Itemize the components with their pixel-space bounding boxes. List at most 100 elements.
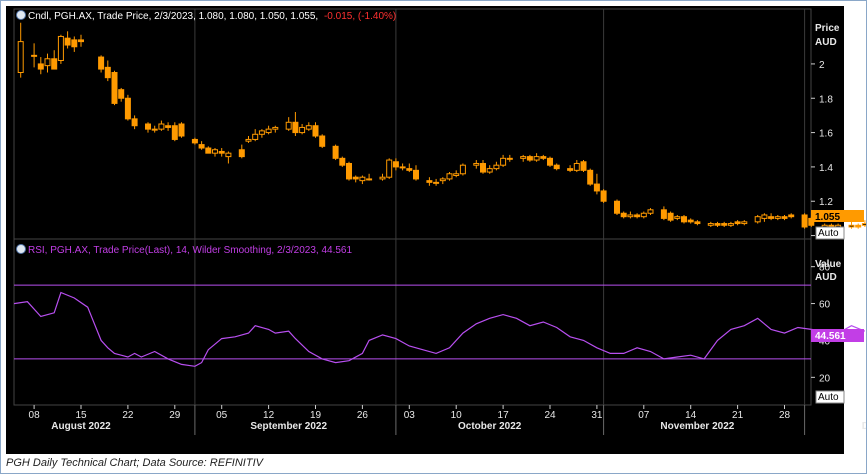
candle-body (165, 125, 172, 128)
candle-body (761, 214, 768, 219)
candle (332, 144, 339, 161)
candle-body (339, 157, 346, 166)
candle-body (359, 176, 366, 182)
month-label: September 2022 (250, 421, 327, 432)
x-tick-label: 17 (498, 410, 510, 421)
candle (386, 158, 393, 179)
candle-body (587, 169, 594, 185)
candle-body (573, 162, 580, 171)
candle-body (473, 162, 480, 166)
candle-body (627, 214, 634, 218)
candle (319, 134, 326, 149)
candle-body (64, 37, 71, 46)
candle-body (392, 161, 399, 168)
candle (667, 211, 674, 222)
candle (57, 34, 64, 64)
month-label: November 2022 (660, 421, 734, 432)
candle-body (426, 180, 433, 183)
candle-body (413, 169, 419, 180)
candle-body (57, 35, 64, 61)
candle-body (459, 164, 466, 175)
candle-body (118, 89, 125, 99)
candle (754, 214, 761, 224)
candle-body (352, 176, 359, 180)
price-panel-icon[interactable] (16, 10, 26, 20)
candle-body (768, 216, 775, 219)
candle-body (640, 212, 647, 218)
candle-body (788, 214, 795, 218)
price-auto-label: Auto (818, 228, 839, 239)
candle (346, 161, 352, 181)
candle-body (399, 166, 406, 169)
rsi-header-label: RSI, PGH.AX, Trade Price(Last), 14, Wild… (28, 245, 352, 256)
candle-body (741, 221, 748, 225)
candle-body (312, 125, 319, 137)
candle-body (332, 145, 339, 159)
candle-body (553, 164, 560, 170)
x-tick-label: 19 (310, 410, 322, 421)
x-tick-label: 21 (732, 410, 744, 421)
candle-body (453, 173, 460, 176)
candle-body (547, 157, 553, 166)
candle-body (78, 39, 84, 43)
x-tick-label: 12 (263, 410, 275, 421)
candle (547, 156, 553, 167)
candle-body (238, 149, 245, 158)
candle-body (265, 128, 272, 134)
candle-body (600, 190, 607, 202)
candle-body (855, 224, 862, 228)
candle-body (124, 97, 131, 120)
candle-body (346, 162, 352, 180)
chart-caption: PGH Daily Technical Chart; Data Source: … (6, 457, 263, 469)
candle (801, 213, 808, 229)
rsi-panel-icon[interactable] (16, 244, 26, 254)
candle-body (218, 150, 225, 154)
x-tick-label: 03 (404, 410, 416, 421)
candle-body (734, 221, 741, 225)
price-header-label: Cndl, PGH.AX, Trade Price, 2/3/2023, 1.0… (28, 11, 318, 22)
candle-body (714, 223, 721, 226)
candle-body (171, 125, 178, 140)
candle-body (567, 168, 574, 171)
candle-body (151, 128, 158, 131)
price-axis-unit: AUD (815, 37, 837, 48)
candle-body (299, 126, 306, 134)
candle-body (104, 66, 111, 79)
rsi-tick-label: 20 (819, 373, 831, 384)
candle-body (272, 126, 279, 130)
x-tick-label: 10 (451, 410, 463, 421)
candle (580, 160, 587, 173)
x-tick-label: 24 (544, 410, 556, 421)
candle-body (781, 216, 788, 219)
month-label: August 2022 (51, 421, 111, 432)
candle-body (694, 221, 701, 225)
candle-body (801, 214, 808, 228)
chart-frame: 11.21.41.61.8220406080081522290512192603… (0, 0, 867, 474)
candle (600, 189, 607, 203)
x-tick-label: 14 (685, 410, 697, 421)
candle-body (258, 130, 265, 135)
price-tick-label: 1.8 (819, 94, 833, 105)
candle-body (526, 156, 533, 161)
rsi-axis-title: Value (815, 259, 842, 270)
candle-body (71, 39, 78, 48)
month-label: December 2022 (862, 421, 866, 432)
x-tick-label: 22 (122, 410, 134, 421)
candle-body (593, 183, 600, 192)
x-tick-label: 26 (357, 410, 369, 421)
candle-body (674, 216, 681, 219)
candle-body (620, 212, 627, 218)
rsi-auto-label: Auto (818, 392, 839, 403)
price-tick-label: 2 (819, 60, 825, 71)
rsi-axis-unit: AUD (815, 272, 837, 283)
candle-body (406, 168, 413, 171)
candle-body (44, 58, 51, 67)
candle-body (252, 133, 259, 140)
candle-body (446, 173, 453, 180)
candle-body (98, 56, 105, 70)
candle-body (634, 214, 641, 218)
candle-body (285, 121, 292, 130)
candle-body (145, 123, 151, 130)
svg-text:Cndl, PGH.AX, Trade Price, 2/3: Cndl, PGH.AX, Trade Price, 2/3/2023, 1.0… (28, 11, 396, 22)
candle (848, 221, 855, 229)
